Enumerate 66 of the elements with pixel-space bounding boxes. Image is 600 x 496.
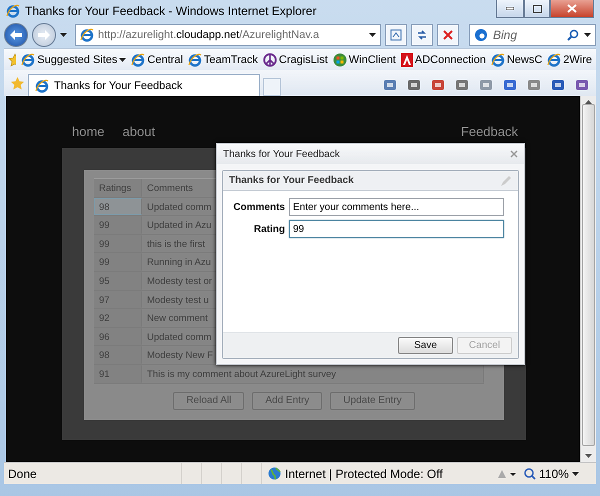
browser-icon [21,52,36,66]
window-title: Thanks for Your Feedback - Windows Internet Explorer [25,4,318,18]
favorite-link[interactable]: CragisList [262,52,328,66]
scrollbar[interactable] [580,96,596,462]
favorite-link[interactable]: WinClient [332,52,396,66]
maximize-icon [532,4,542,12]
browser-icon [131,52,146,66]
favorite-link[interactable]: ADConnection [400,52,486,66]
security-zone-text: Internet | Protected Mode: Off [285,466,443,480]
address-field[interactable]: http://azurelight.cloudapp.net/AzurelightNav.a [75,24,381,46]
close-icon [443,30,453,40]
protected-mode-icon[interactable] [496,468,516,480]
browser-tab[interactable]: Thanks for Your Feedback [28,74,260,96]
arrow-left-icon [10,30,22,40]
adobe-logo-icon [400,52,413,66]
bing-logo-icon [474,28,488,42]
windows-logo-icon [332,52,347,66]
favorites-add-icon[interactable] [8,52,16,66]
peace-icon [262,52,277,66]
browser-icon [80,28,94,42]
minimize-icon [506,7,514,10]
globe-icon [268,467,281,480]
arrow-right-icon [38,30,50,40]
caret-icon[interactable] [369,33,376,37]
forward-button[interactable] [32,23,56,47]
back-button[interactable] [4,23,28,47]
nav-link[interactable]: Feedback [460,124,518,138]
favorite-link[interactable]: Suggested Sites [21,52,126,66]
zoom-control[interactable]: 110% [516,466,596,480]
caret-icon[interactable] [572,472,579,476]
dialog-title: Thanks for Your Feedback [223,148,341,160]
refresh-icon [416,29,428,41]
maximize-button[interactable] [524,0,550,18]
caret-icon[interactable] [60,33,67,37]
input-field[interactable]: 99 [289,220,504,238]
close-button[interactable] [550,0,594,18]
favorite-link[interactable]: TeamTrack [188,52,258,66]
favorite-link[interactable]: Central [131,52,183,66]
close-icon [567,4,577,13]
browser-icon [188,52,202,66]
search-icon[interactable] [567,29,579,41]
nav-link[interactable]: about [122,124,156,138]
input-field[interactable]: Enter your comments here... [289,198,504,216]
favorite-link[interactable]: 2Wire [547,52,592,66]
browser-icon [547,52,562,66]
field-label: Comments [232,202,285,212]
minimize-button[interactable] [496,0,524,18]
zoom-icon [524,468,536,480]
save-button[interactable]: Save [398,337,453,354]
close-icon[interactable] [510,150,518,158]
status-text: Done [7,466,38,480]
favorite-link[interactable]: NewsC [490,52,542,66]
field-label: Rating [252,224,285,234]
scroll-down-icon[interactable] [585,454,592,458]
nav-link[interactable]: home [72,124,105,138]
pencil-icon [500,174,512,186]
caret-icon[interactable] [584,33,591,37]
browser-icon [35,78,49,92]
stop-button[interactable] [437,24,459,46]
browser-icon [490,52,505,66]
search-field[interactable]: Bing [469,24,596,46]
browser-icon [6,4,20,18]
caret-icon[interactable] [119,58,126,62]
table-cell: 98 [94,198,142,216]
compatibility-button[interactable] [385,24,407,46]
refresh-button[interactable] [411,24,433,46]
